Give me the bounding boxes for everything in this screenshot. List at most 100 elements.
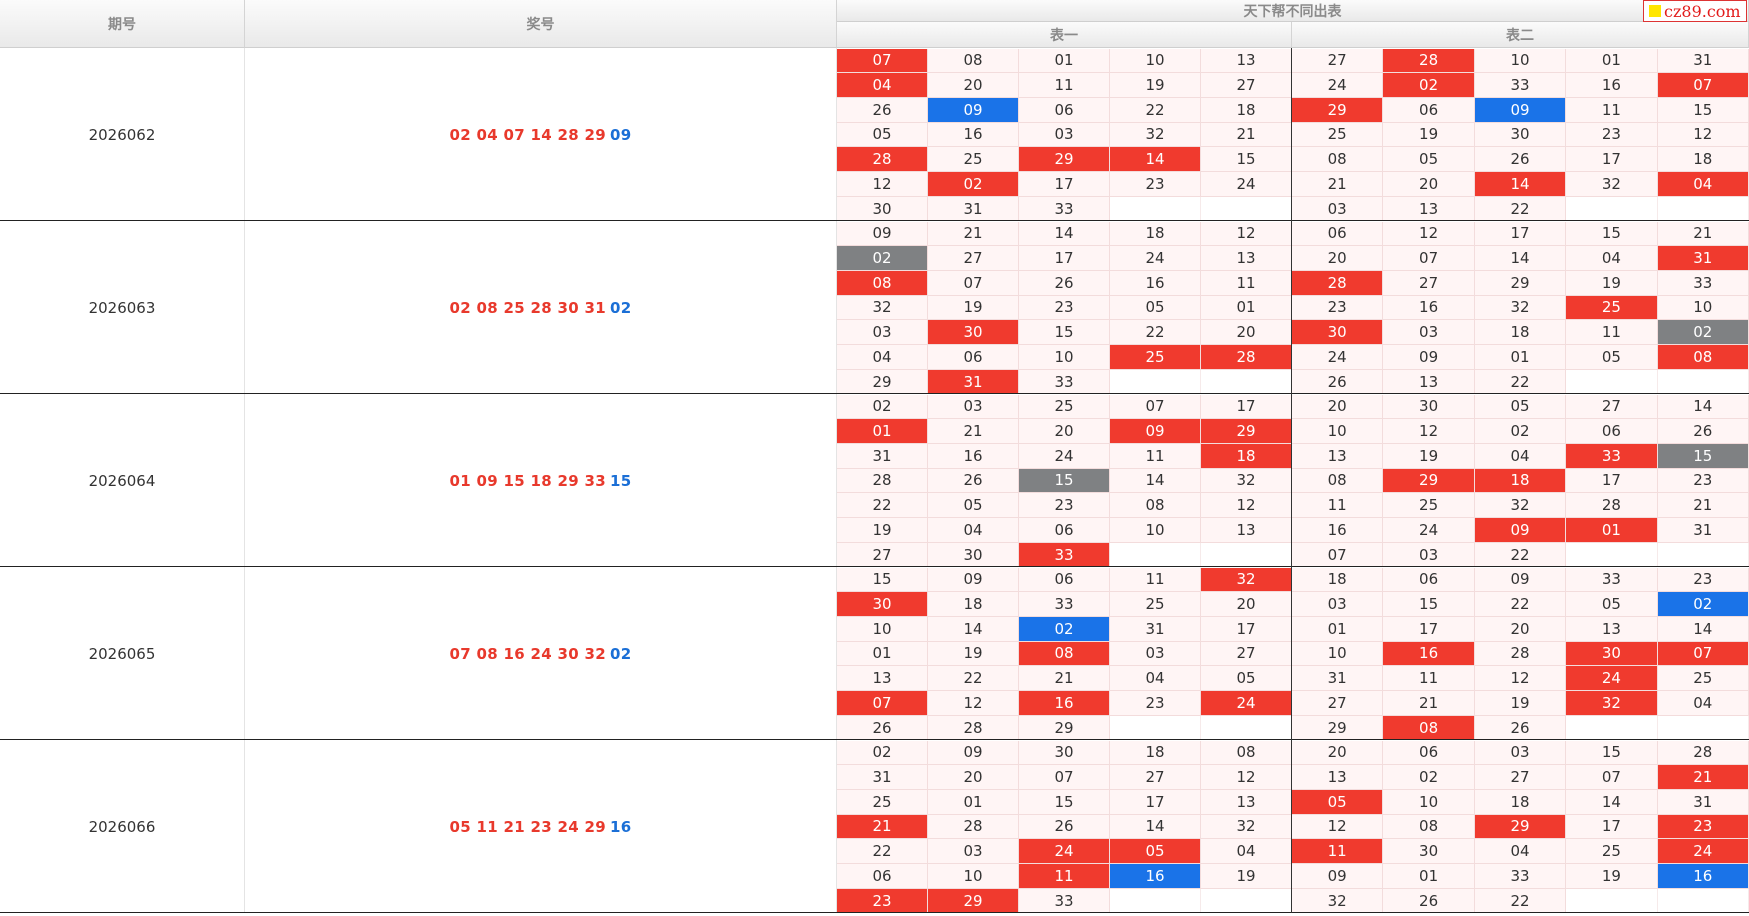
table2-cell: 11 [1383, 666, 1475, 691]
table2-cell: 22 [1474, 369, 1567, 395]
table2-cell: 24 [1657, 839, 1749, 864]
table1-cell: 03 [928, 394, 1019, 420]
table1-cell: 26 [837, 97, 928, 123]
table2-cell: 07 [1657, 641, 1749, 667]
table2-cell: 11 [1566, 320, 1658, 345]
table2-cell: 13 [1566, 616, 1658, 642]
table1-cell: 30 [1019, 740, 1110, 766]
table1-cell: 01 [928, 789, 1019, 815]
table2-cell: 19 [1566, 864, 1658, 889]
table1-cell: 28 [928, 715, 1019, 741]
table2-cell: 09 [1383, 345, 1475, 370]
table1-cell: 04 [1110, 666, 1201, 691]
table2-cell: 06 [1383, 740, 1475, 766]
site-logo[interactable]: cz89.com [1643, 0, 1747, 22]
table2-cell: 21 [1657, 493, 1749, 518]
table1-cell: 05 [928, 493, 1019, 518]
draw-numbers: 02 08 25 28 30 31 02 [245, 221, 837, 394]
table2-cell: 28 [1657, 740, 1749, 766]
table1-cell: 32 [1201, 814, 1292, 840]
table2-cell: 06 [1383, 567, 1475, 593]
table2-cell: 23 [1657, 567, 1749, 593]
table2-cell: 19 [1383, 122, 1475, 148]
table2-cell: 15 [1657, 97, 1749, 123]
table1-cell: 15 [837, 567, 928, 593]
table1-cell: 05 [1110, 839, 1201, 864]
red-ball-number: 11 [476, 817, 498, 836]
red-ball-number: 09 [476, 471, 498, 490]
table1-cell [1110, 888, 1201, 914]
table1-cell: 33 [1019, 369, 1110, 395]
table2-cell: 19 [1566, 270, 1658, 296]
draw-numbers: 02 04 07 14 28 29 09 [245, 48, 837, 221]
table2-header: 表二 [1292, 22, 1749, 48]
table1-cell: 05 [1201, 666, 1292, 691]
table1-cell: 26 [1019, 270, 1110, 296]
table1-cell: 29 [1019, 147, 1110, 172]
table2-cell: 02 [1383, 73, 1475, 98]
table2-cell: 25 [1566, 295, 1658, 321]
red-ball-number: 24 [530, 644, 552, 663]
issue-column-label: 期号 [108, 16, 136, 33]
table1-cell: 20 [928, 73, 1019, 98]
table2-cell: 33 [1657, 270, 1749, 296]
table2-cell: 27 [1383, 270, 1475, 296]
table1-cell: 18 [1110, 740, 1201, 766]
table1-cell [1201, 715, 1292, 741]
table2-cell: 09 [1474, 518, 1567, 543]
table2-cell [1657, 715, 1749, 741]
table2-cell: 09 [1292, 864, 1384, 889]
table2-cell: 10 [1383, 789, 1475, 815]
table2-cell: 15 [1566, 740, 1658, 766]
table2-cell: 29 [1292, 97, 1384, 123]
table1-cell: 24 [1019, 839, 1110, 864]
red-ball-number: 30 [557, 298, 580, 317]
table1-cell: 16 [928, 443, 1019, 469]
table1-cell: 24 [1019, 443, 1110, 469]
table2-cell: 06 [1566, 419, 1658, 444]
table1-cell: 15 [1019, 468, 1110, 494]
table2-cell: 12 [1474, 666, 1567, 691]
table1-cell: 08 [1019, 641, 1110, 667]
table1-cell: 28 [1201, 345, 1292, 370]
table2-cell: 21 [1292, 172, 1384, 197]
table1-cell: 15 [1201, 147, 1292, 172]
blue-ball-number: 09 [610, 125, 632, 144]
table1-cell: 11 [1110, 443, 1201, 469]
table2-cell: 07 [1657, 73, 1749, 98]
table2-cell: 07 [1383, 246, 1475, 271]
table2-cell: 27 [1566, 394, 1658, 420]
table1-cell: 26 [928, 468, 1019, 494]
red-ball-number: 23 [530, 817, 552, 836]
table-header: 期号 奖号 天下帮不同出表 表一 表二 cz89.com [0, 0, 1749, 48]
table2-cell: 12 [1657, 122, 1749, 148]
table2-cell: 25 [1292, 122, 1384, 148]
table2-label: 表二 [1506, 27, 1534, 44]
table2-cell: 22 [1474, 888, 1567, 914]
table1-cell: 18 [1201, 443, 1292, 469]
table2-cell: 07 [1566, 765, 1658, 790]
table2-cell: 16 [1383, 641, 1475, 667]
table1-cell: 11 [1201, 270, 1292, 296]
table1-cell: 12 [928, 691, 1019, 716]
table2-cell [1566, 196, 1658, 222]
table1-cell: 13 [1201, 246, 1292, 271]
table1-cell: 20 [1201, 320, 1292, 345]
table2-cell: 12 [1383, 221, 1475, 247]
logo-square-icon [1649, 5, 1661, 17]
table1-cell: 24 [1201, 691, 1292, 716]
red-ball-number: 16 [503, 644, 525, 663]
table1-cell: 01 [837, 641, 928, 667]
table1-cell: 06 [1019, 518, 1110, 543]
table1-label: 表一 [1050, 27, 1078, 44]
table2-cell: 02 [1474, 419, 1567, 444]
issue-number: 2026065 [0, 567, 245, 740]
table2-cell: 02 [1657, 320, 1749, 345]
table1-cell: 12 [1201, 221, 1292, 247]
table2-cell: 32 [1566, 172, 1658, 197]
table1-cell [1110, 196, 1201, 222]
table1-header: 表一 [837, 22, 1292, 48]
blue-ball-number: 15 [610, 471, 632, 490]
table2-cell: 15 [1657, 443, 1749, 469]
table2-cell: 08 [1383, 715, 1475, 741]
